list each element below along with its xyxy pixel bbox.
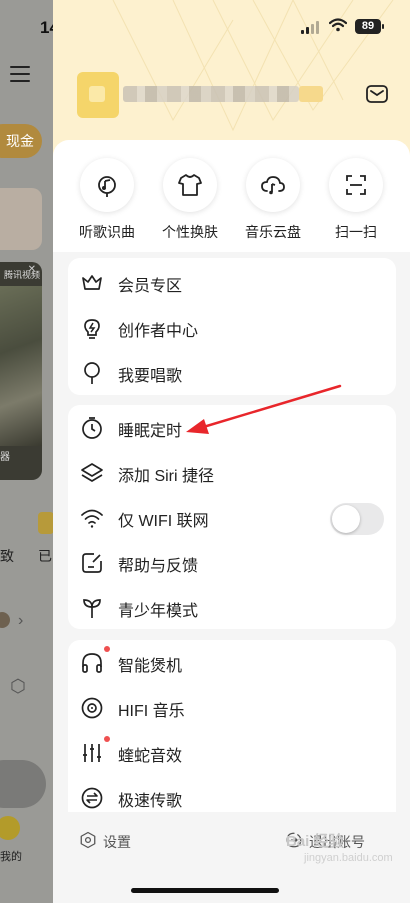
battery-indicator: 89: [355, 19, 381, 34]
menu-item-vip-zone[interactable]: 会员专区: [68, 260, 396, 305]
crown-icon: [82, 275, 102, 290]
quick-action-circle: [80, 158, 134, 212]
watermark-url: jingyan.baidu.com: [304, 852, 393, 864]
background-label-1: 致: [0, 548, 14, 564]
baidu-jingyan-watermark: Bai 经验: [286, 833, 344, 850]
hexagon-icon: ⬡: [10, 676, 26, 696]
transfer-icon: [81, 787, 103, 809]
menu-group-audio: 智能煲机 HIFI 音乐 蝰蛇音效 极速传歌: [68, 640, 396, 830]
quick-action-song-recognition[interactable]: 听歌识曲: [70, 158, 144, 242]
new-badge-dot: [104, 646, 110, 652]
background-page: 现金 腾讯视频 ✕ 器 致 已 › ⬡ 我的: [0, 0, 60, 903]
cloud-music-icon: [261, 176, 285, 195]
menu-item-sing[interactable]: 我要唱歌: [68, 350, 396, 395]
menu-item-creator-center[interactable]: 创作者中心: [68, 305, 396, 350]
vip-badge-blurred: [299, 86, 323, 102]
video-thumbnail: 腾讯视频 ✕ 器: [0, 262, 42, 480]
wifi-icon: [81, 509, 103, 528]
sprout-icon: [83, 599, 101, 618]
background-pill: [0, 760, 46, 808]
menu-item-label: 我要唱歌: [118, 368, 183, 385]
menu-item-label: 会员专区: [118, 278, 183, 295]
wifi-status-icon: [329, 18, 347, 32]
chevron-right-icon: ›: [18, 612, 24, 629]
menu-item-wifi-only[interactable]: 仅 WIFI 联网: [68, 495, 396, 540]
close-icon: ✕: [27, 264, 36, 275]
settings-label: 设置: [103, 834, 131, 850]
layers-icon: [81, 463, 103, 482]
background-chip: [38, 512, 54, 534]
status-bar: 89: [53, 0, 410, 50]
menu-group-settings: 睡眠定时 添加 Siri 捷径 仅 WIFI 联网 帮助与反馈 青少年模式: [68, 405, 396, 629]
side-drawer: 89 听歌识曲 个性换肤 音乐云盘 扫一扫 会员专区 创作者中心 我要唱歌 睡眠…: [53, 0, 410, 903]
menu-item-label: 青少年模式: [118, 603, 199, 620]
headphones-icon: [82, 653, 102, 673]
settings-icon: [80, 831, 96, 849]
menu-item-label: 智能煲机: [118, 658, 183, 675]
settings-button[interactable]: 设置: [79, 830, 159, 852]
menu-item-label: 睡眠定时: [118, 423, 183, 440]
quick-action-circle: [329, 158, 383, 212]
feedback-icon: [82, 553, 102, 573]
quick-action-circle: [246, 158, 300, 212]
menu-item-label: 蝰蛇音效: [118, 748, 183, 765]
menu-item-label: 帮助与反馈: [118, 558, 199, 575]
quick-action-label: 个性换肤: [162, 224, 218, 240]
cash-button: 现金: [0, 124, 42, 158]
user-nickname-blurred[interactable]: [123, 86, 299, 102]
timer-icon: [82, 417, 102, 439]
wifi-only-toggle[interactable]: [330, 503, 384, 535]
menu-item-label: 仅 WIFI 联网: [118, 513, 209, 530]
cellular-signal-icon: [301, 20, 321, 34]
video-caption: 器: [0, 452, 10, 463]
toggle-knob: [332, 505, 360, 533]
scan-icon: [346, 175, 366, 195]
menu-item-label: 极速传歌: [118, 793, 183, 810]
menu-item-teen-mode[interactable]: 青少年模式: [68, 585, 396, 630]
quick-action-scan[interactable]: 扫一扫: [319, 158, 393, 242]
menu-group-vip: 会员专区 创作者中心 我要唱歌: [68, 258, 396, 395]
background-label-2: 已: [38, 548, 52, 564]
hifi-icon: [81, 697, 103, 719]
menu-item-label: HIFI 音乐: [118, 703, 185, 720]
mine-tab-icon: [0, 816, 20, 840]
microphone-icon: [84, 362, 100, 384]
menu-item-sleep-timer[interactable]: 睡眠定时: [68, 405, 396, 450]
menu-item-siri-shortcut[interactable]: 添加 Siri 捷径: [68, 450, 396, 495]
menu-item-label: 添加 Siri 捷径: [118, 468, 215, 485]
lightbulb-icon: [84, 319, 100, 339]
tshirt-icon: [178, 174, 202, 196]
new-badge-dot: [104, 736, 110, 742]
equalizer-icon: [83, 744, 101, 762]
quick-action-circle: [163, 158, 217, 212]
quick-action-label: 音乐云盘: [245, 224, 301, 240]
video-image: [0, 286, 42, 446]
menu-item-label: 创作者中心: [118, 323, 199, 340]
mine-tab-label: 我的: [0, 851, 22, 863]
quick-action-label: 听歌识曲: [79, 224, 135, 240]
small-avatar: [0, 612, 10, 628]
music-recognition-icon: [98, 176, 116, 197]
quick-action-cloud-disk[interactable]: 音乐云盘: [236, 158, 310, 242]
quick-action-theme[interactable]: 个性换肤: [153, 158, 227, 242]
menu-item-viper-sound[interactable]: 蝰蛇音效: [68, 730, 396, 775]
battery-tip: [382, 24, 384, 29]
background-card: [0, 188, 42, 250]
user-avatar[interactable]: [77, 72, 119, 118]
home-indicator: [131, 888, 279, 893]
menu-item-hifi-music[interactable]: HIFI 音乐: [68, 685, 396, 730]
menu-icon: [10, 66, 30, 82]
quick-action-label: 扫一扫: [335, 224, 377, 240]
mail-icon[interactable]: [365, 82, 389, 106]
menu-item-help-feedback[interactable]: 帮助与反馈: [68, 540, 396, 585]
menu-item-smart-burn-in[interactable]: 智能煲机: [68, 640, 396, 685]
